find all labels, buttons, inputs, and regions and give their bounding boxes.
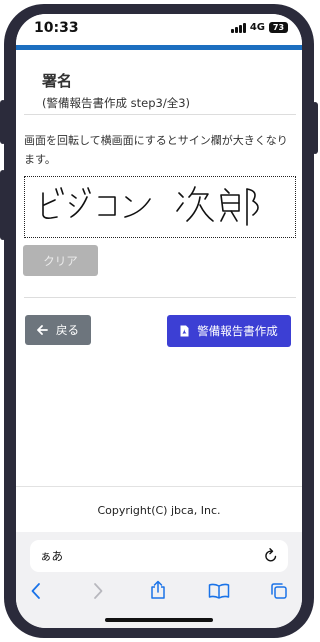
header-accent-bar: [16, 45, 302, 50]
screen: 10:33 4G 73 署名 (警備報告書作成 step3/全3) 画面を回転し…: [16, 14, 302, 628]
status-time: 10:33: [34, 20, 79, 36]
address-bar[interactable]: ぁあ: [30, 540, 288, 572]
clear-button[interactable]: クリア: [23, 245, 98, 276]
power-button: [312, 102, 318, 154]
signature-pad[interactable]: [24, 176, 296, 238]
signature-strokes: [42, 186, 259, 226]
reader-aa-button[interactable]: ぁあ: [40, 548, 63, 564]
footer-divider: [16, 486, 302, 487]
tabs-icon[interactable]: [270, 582, 288, 600]
copyright-text: Copyright(C) jbca, Inc.: [97, 504, 221, 517]
share-icon[interactable]: [149, 580, 167, 600]
page-subtitle: (警備報告書作成 step3/全3): [42, 96, 191, 110]
back-button[interactable]: 戻る: [25, 315, 91, 345]
browser-toolbar: ぁあ: [16, 532, 302, 628]
rotate-note: 画面を回転して横画面にするとサイン欄が大きくなります。: [24, 134, 288, 166]
forward-arrow-icon[interactable]: [92, 582, 104, 600]
create-report-button[interactable]: 警備報告書作成: [167, 315, 291, 347]
actions-divider: [24, 297, 296, 298]
battery-icon: 73: [269, 22, 288, 33]
home-indicator: [105, 618, 213, 622]
volume-down-button: [0, 170, 6, 240]
status-bar: 10:33 4G 73: [16, 14, 302, 44]
create-report-label: 警備報告書作成: [197, 324, 278, 338]
title-divider: [24, 114, 296, 115]
back-arrow-icon[interactable]: [30, 582, 42, 600]
page-title: 署名: [42, 72, 73, 90]
volume-up-button: [0, 100, 6, 144]
clear-button-label: クリア: [43, 253, 78, 268]
phone-frame: 10:33 4G 73 署名 (警備報告書作成 step3/全3) 画面を回転し…: [0, 0, 318, 642]
back-button-label: 戻る: [56, 323, 79, 337]
signal-icon: [231, 22, 246, 33]
status-indicators: 4G 73: [231, 22, 288, 33]
arrow-left-icon: [37, 325, 48, 335]
pdf-file-icon: [180, 325, 189, 337]
bookmarks-icon[interactable]: [208, 583, 230, 599]
reload-icon[interactable]: [264, 548, 278, 563]
browser-nav: [16, 580, 302, 610]
network-type: 4G: [249, 22, 265, 33]
